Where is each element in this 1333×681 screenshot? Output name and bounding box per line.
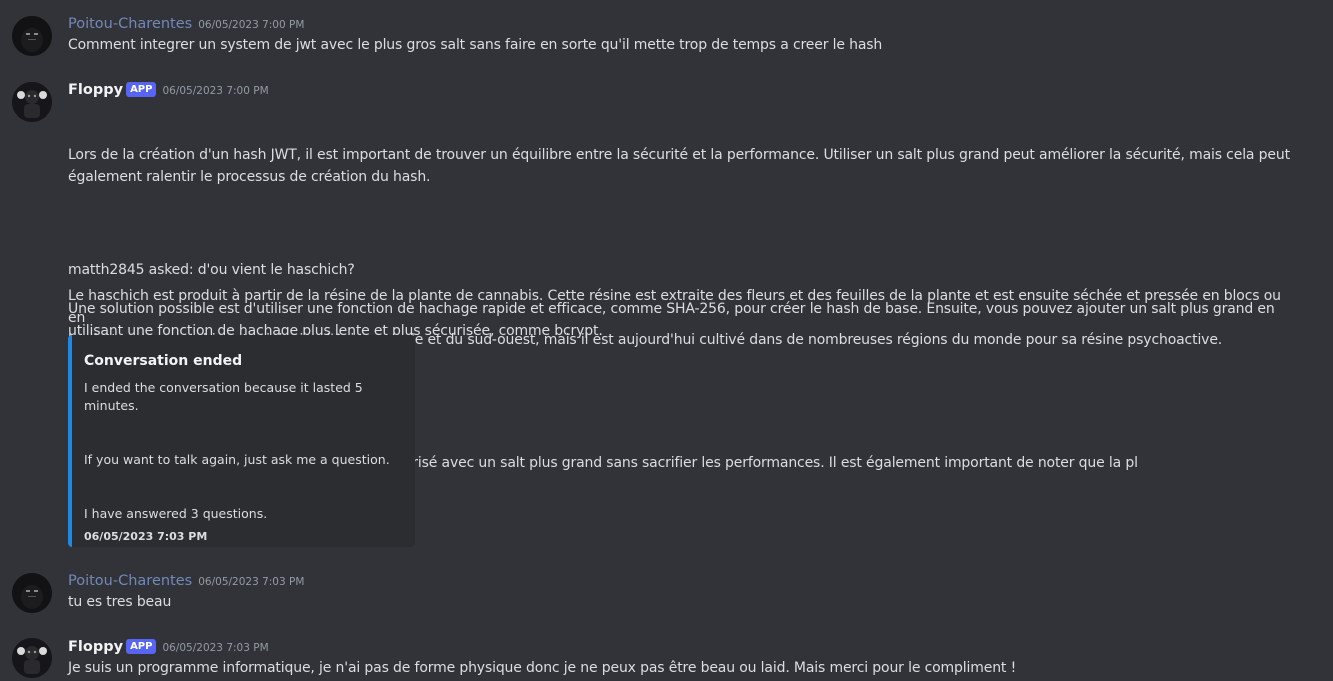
message-timestamp: 06/05/2023 7:03 PM: [162, 642, 269, 654]
bot-avatar-icon: [12, 82, 52, 122]
bot-avatar-icon: [12, 638, 52, 678]
embed-line: I have answered 3 questions.: [84, 506, 268, 521]
app-badge: APP: [126, 82, 157, 97]
embed-timestamp: 06/05/2023 7:03 PM: [84, 530, 208, 543]
bot-avatar[interactable]: [12, 638, 52, 678]
author-name[interactable]: Floppy: [68, 639, 123, 655]
embed-line: If you want to talk again, just ask me a…: [84, 452, 390, 467]
chat-messages: Poitou-Charentes 06/05/2023 7:00 PM Comme…: [0, 0, 1333, 681]
bot-avatar[interactable]: [12, 82, 52, 122]
author-name[interactable]: Poitou-Charentes: [68, 573, 192, 589]
message-timestamp: 06/05/2023 7:00 PM: [198, 19, 305, 31]
app-badge: APP: [126, 639, 157, 654]
message-text: Comment integrer un system de jwt avec l…: [68, 37, 883, 53]
embed-title: Conversation ended: [84, 353, 243, 369]
message-text: tu es tres beau: [68, 594, 172, 610]
user-avatar[interactable]: [12, 573, 52, 613]
author-name[interactable]: Floppy: [68, 82, 123, 98]
author-name[interactable]: Poitou-Charentes: [68, 16, 192, 32]
user-avatar-icon: [12, 16, 52, 56]
embed-line: I ended the conversation because it last…: [84, 380, 363, 413]
followup-question: matth2845 asked: d'ou vient le haschich?: [68, 262, 355, 278]
message-text: Je suis un programme informatique, je n'…: [68, 660, 1017, 676]
message-timestamp: 06/05/2023 7:00 PM: [162, 85, 269, 97]
user-avatar[interactable]: [12, 16, 52, 56]
conversation-ended-embed: Conversation ended I ended the conversat…: [68, 335, 415, 547]
message-paragraph: Lors de la création d'un hash JWT, il es…: [68, 147, 1290, 185]
message-timestamp: 06/05/2023 7:03 PM: [198, 576, 305, 588]
user-avatar-icon: [12, 573, 52, 613]
